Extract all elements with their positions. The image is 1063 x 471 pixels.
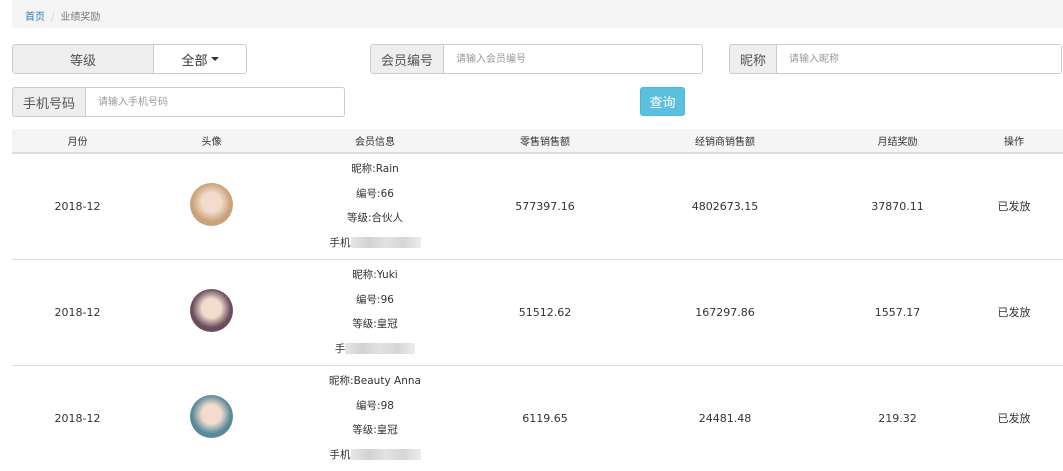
month: 2018-12 [12, 258, 143, 365]
action-status: 已发放 [965, 258, 1063, 365]
breadcrumb-home[interactable]: 首页 [25, 12, 45, 23]
level-label: 等级 [13, 45, 154, 73]
month: 2018-12 [12, 364, 143, 471]
header-reward: 月结奖励 [830, 129, 965, 154]
member-level: 等级:皇冠 [352, 318, 398, 330]
nickname-input[interactable] [777, 45, 1061, 73]
phone-redacted [350, 237, 421, 249]
header-dealer: 经销商销售额 [620, 129, 830, 154]
avatar [190, 395, 233, 439]
member-info: 昵称:Yuki 编号:96 等级:皇冠 手 [280, 258, 470, 365]
header-avatar: 头像 [143, 129, 280, 154]
table-row: 2018-12 昵称:Yuki 编号:96 等级:皇冠 手 51512.62 1… [12, 258, 1063, 365]
member-level: 等级:皇冠 [352, 424, 398, 437]
phone-label: 手机 [329, 236, 351, 249]
monthly-reward: 219.32 [830, 364, 965, 471]
phone: 手 [280, 337, 470, 362]
member-level: 等级:合伙人 [346, 212, 404, 225]
member-info: 昵称:Beauty Anna 编号:98 等级:皇冠 手机 [280, 364, 470, 471]
nickname: 昵称:Beauty Anna [329, 375, 421, 388]
level-value: 全部 [181, 53, 208, 69]
member-number: 编号:66 [356, 187, 394, 200]
monthly-reward: 37870.11 [830, 152, 965, 259]
member-number: 编号:96 [356, 293, 394, 306]
header-retail: 零售销售额 [470, 129, 620, 154]
phone-label: 手机号码 [13, 88, 87, 116]
dealer-sales: 167297.86 [620, 258, 830, 365]
phone-label: 手机 [329, 448, 351, 461]
member-info: 昵称:Rain 编号:66 等级:合伙人 手机 [280, 152, 470, 259]
monthly-reward: 1557.17 [830, 258, 965, 365]
member-no-filter: 会员编号 [370, 44, 703, 74]
phone-label: 手 [334, 342, 346, 355]
avatar [190, 183, 233, 227]
search-button[interactable]: 查询 [640, 87, 685, 116]
caret-down-icon [210, 57, 219, 61]
header-action: 操作 [965, 129, 1063, 154]
retail-sales: 6119.65 [470, 364, 620, 471]
member-no-label: 会员编号 [371, 45, 445, 73]
breadcrumb-separator: / [51, 12, 55, 23]
month: 2018-12 [12, 152, 143, 259]
retail-sales: 577397.16 [470, 152, 620, 259]
level-filter: 等级 全部 [12, 44, 247, 74]
phone-filter: 手机号码 [12, 87, 345, 117]
action-status: 已发放 [965, 152, 1063, 259]
breadcrumb: 首页 / 业绩奖励 [12, 0, 1063, 28]
header-member-info: 会员信息 [280, 129, 470, 154]
table-row: 2018-12 昵称:Beauty Anna 编号:98 等级:皇冠 手机 61… [12, 364, 1063, 471]
nickname-filter: 昵称 [729, 44, 1062, 74]
avatar [190, 289, 233, 332]
reward-table: 月份 头像 会员信息 零售销售额 经销商销售额 月结奖励 操作 2018-12 … [12, 129, 1063, 471]
nickname-label: 昵称 [730, 45, 778, 73]
dealer-sales: 4802673.15 [620, 152, 830, 259]
nickname: 昵称:Yuki [352, 269, 398, 281]
dealer-sales: 24481.48 [620, 364, 830, 471]
phone-redacted [345, 343, 416, 354]
header-month: 月份 [12, 129, 143, 154]
level-dropdown[interactable]: 全部 [154, 45, 246, 73]
member-number: 编号:98 [356, 399, 394, 412]
phone-redacted [350, 449, 421, 461]
breadcrumb-current: 业绩奖励 [60, 12, 101, 23]
nickname: 昵称:Rain [351, 163, 399, 176]
table-row: 2018-12 昵称:Rain 编号:66 等级:合伙人 手机 577397.1… [12, 152, 1063, 259]
retail-sales: 51512.62 [470, 258, 620, 365]
member-no-input[interactable] [444, 45, 702, 73]
phone: 手机 [280, 231, 470, 256]
phone-input[interactable] [86, 88, 344, 116]
action-status: 已发放 [965, 364, 1063, 471]
